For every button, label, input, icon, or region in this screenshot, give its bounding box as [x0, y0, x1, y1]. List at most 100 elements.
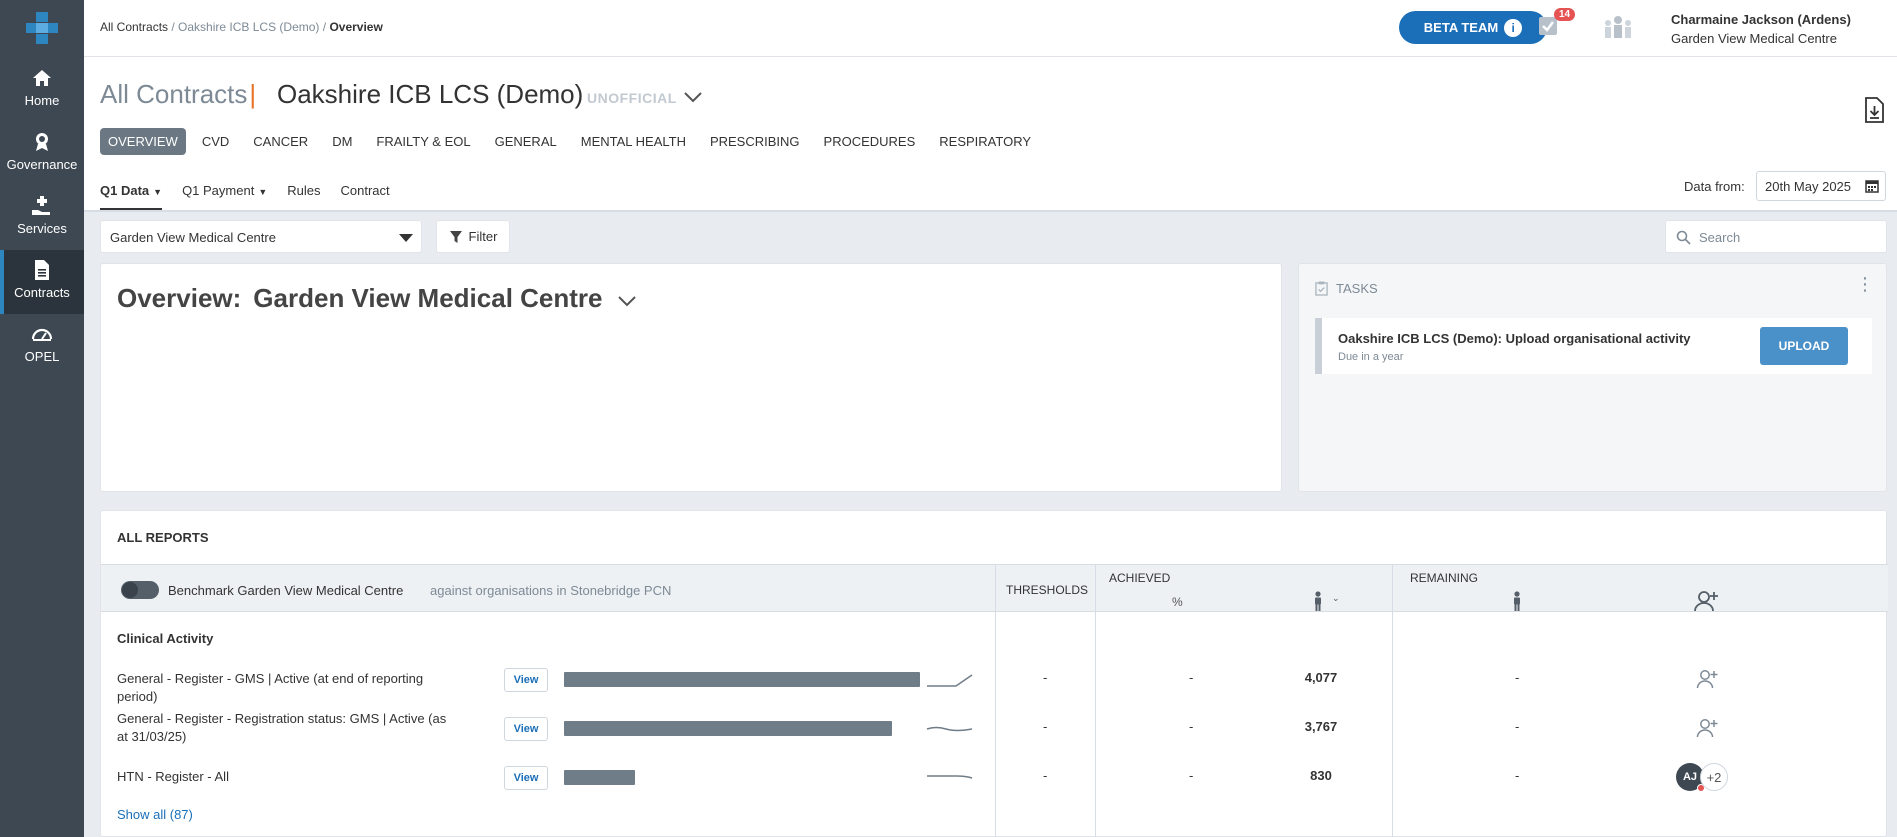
tab-procedures[interactable]: PROCEDURES — [816, 128, 924, 155]
sidebar-item-label: Services — [17, 221, 67, 236]
app-logo[interactable] — [24, 10, 60, 46]
threshold-value: - — [1043, 768, 1048, 783]
overview-organisation: Garden View Medical Centre — [253, 283, 603, 313]
all-reports-panel: ALL REPORTS Benchmark Garden View Medica… — [100, 510, 1888, 837]
sidebar-item-home[interactable]: Home — [0, 66, 84, 130]
caret-down-icon — [399, 234, 413, 242]
tasks-count-badge: 14 — [1554, 8, 1576, 21]
tab-mental-health[interactable]: MENTAL HEALTH — [573, 128, 694, 155]
search-input[interactable]: Search — [1665, 220, 1887, 253]
achieved-count[interactable]: 3,767 — [1301, 719, 1341, 734]
chevron-down-icon[interactable] — [615, 289, 639, 311]
home-icon — [30, 66, 54, 90]
filter-label: Filter — [468, 229, 498, 244]
breadcrumb: All Contracts / Oakshire ICB LCS (Demo) … — [100, 20, 383, 34]
sidebar-item-contracts[interactable]: Contracts — [0, 250, 84, 314]
subtab-label: Q1 Payment — [182, 183, 255, 198]
page-title[interactable]: All Contracts| — [100, 79, 256, 110]
search-placeholder: Search — [1699, 230, 1741, 245]
calendar-icon — [1865, 179, 1879, 193]
chevron-down-icon[interactable] — [682, 86, 704, 108]
sidebar-item-label: Governance — [6, 157, 78, 172]
sidebar-item-services[interactable]: Services — [0, 194, 84, 258]
achieved-count[interactable]: 830 — [1301, 768, 1341, 783]
clipboard-icon — [1315, 281, 1328, 296]
avatar-initials: AJ — [1682, 771, 1698, 783]
sidebar-item-opel[interactable]: OPEL — [0, 322, 84, 386]
chevron-down-icon: ▼ — [153, 187, 163, 197]
task-title: Oakshire ICB LCS (Demo): Upload organisa… — [1338, 331, 1691, 346]
benchmark-label: Benchmark Garden View Medical Centre — [168, 583, 404, 598]
column-achieved-percent[interactable]: % — [1172, 595, 1183, 609]
upload-button[interactable]: UPLOAD — [1760, 327, 1848, 365]
section-clinical-activity: Clinical Activity — [117, 631, 214, 646]
team-icon[interactable] — [1601, 14, 1635, 40]
threshold-value: - — [1043, 719, 1048, 734]
tab-prescribing[interactable]: PRESCRIBING — [702, 128, 808, 155]
all-contracts-title[interactable]: All Contracts — [100, 79, 247, 109]
add-person-icon[interactable] — [1696, 669, 1718, 689]
person-icon[interactable] — [1511, 591, 1523, 611]
search-icon — [1676, 230, 1691, 245]
tab-dm[interactable]: DM — [324, 128, 360, 155]
progress-bar — [564, 672, 920, 687]
more-assignees-badge[interactable]: +2 — [1700, 763, 1728, 791]
subtab-q1-data[interactable]: Q1 Data ▼ — [100, 183, 163, 210]
column-remaining: REMAINING — [1410, 571, 1479, 585]
subtab-rules[interactable]: Rules — [287, 183, 320, 210]
breadcrumb-all-contracts[interactable]: All Contracts — [100, 20, 168, 34]
sort-chevron-icon[interactable]: ⌄ — [1332, 593, 1340, 604]
remaining-value: - — [1515, 670, 1520, 685]
user-organisation: Garden View Medical Centre — [1671, 31, 1837, 46]
breadcrumb-contract[interactable]: Oakshire ICB LCS (Demo) — [178, 20, 319, 34]
column-achieved: ACHIEVED — [1109, 571, 1171, 585]
achieved-count[interactable]: 4,077 — [1301, 670, 1341, 685]
tasks-heading: TASKS — [1315, 281, 1378, 296]
trend-sparkline — [926, 726, 973, 732]
contracts-icon — [30, 258, 54, 282]
view-button[interactable]: View — [504, 717, 548, 741]
benchmark-toggle[interactable] — [121, 581, 159, 599]
more-options-icon[interactable]: ⋮ — [1856, 274, 1874, 295]
tab-cancer[interactable]: CANCER — [245, 128, 316, 155]
sidebar-item-governance[interactable]: Governance — [0, 130, 84, 194]
view-button[interactable]: View — [504, 766, 548, 790]
top-header: All Contracts / Oakshire ICB LCS (Demo) … — [84, 0, 1897, 57]
progress-bar — [564, 770, 635, 785]
tab-respiratory[interactable]: RESPIRATORY — [931, 128, 1039, 155]
progress-bar — [564, 721, 892, 736]
tab-cvd[interactable]: CVD — [194, 128, 237, 155]
add-person-icon[interactable] — [1693, 590, 1719, 612]
sidebar: Home Governance Services Contracts OPEL — [0, 0, 84, 837]
report-label: HTN - Register - All — [117, 769, 229, 784]
tab-overview[interactable]: OVERVIEW — [100, 128, 186, 155]
subtab-q1-payment[interactable]: Q1 Payment ▼ — [182, 183, 267, 210]
sidebar-item-label: Home — [24, 93, 60, 108]
user-name[interactable]: Charmaine Jackson (Ardens) — [1671, 12, 1851, 27]
table-row: HTN - Register - All View - - 830 - AJ +… — [101, 755, 1888, 799]
data-from-date-picker[interactable]: 20th May 2025 — [1756, 171, 1886, 201]
breadcrumb-separator: / — [319, 20, 330, 34]
filter-button[interactable]: Filter — [436, 220, 510, 253]
tasks-heading-label: TASKS — [1336, 281, 1378, 296]
beta-team-button[interactable]: BETA TEAM i — [1399, 11, 1547, 44]
achieved-percent: - — [1189, 719, 1194, 734]
view-button[interactable]: View — [504, 668, 548, 692]
report-label: General - Register - Registration status… — [117, 711, 447, 744]
person-icon[interactable] — [1312, 591, 1324, 611]
benchmark-against[interactable]: against organisations in Stonebridge PCN — [430, 583, 671, 598]
achieved-percent: - — [1189, 670, 1194, 685]
subtab-contract[interactable]: Contract — [341, 183, 390, 210]
add-person-icon[interactable] — [1696, 718, 1718, 738]
info-icon: i — [1504, 18, 1523, 37]
filter-icon — [449, 230, 462, 243]
gauge-icon — [30, 322, 54, 346]
organisation-select[interactable]: Garden View Medical Centre — [100, 220, 422, 253]
tab-frailty-eol[interactable]: FRAILTY & EOL — [368, 128, 478, 155]
show-all-link[interactable]: Show all (87) — [117, 807, 193, 822]
contract-name: Oakshire ICB LCS (Demo) — [277, 79, 584, 109]
tab-general[interactable]: GENERAL — [487, 128, 565, 155]
export-file-icon[interactable] — [1862, 97, 1886, 123]
trend-sparkline — [927, 775, 973, 779]
task-item[interactable]: Oakshire ICB LCS (Demo): Upload organisa… — [1315, 318, 1872, 374]
